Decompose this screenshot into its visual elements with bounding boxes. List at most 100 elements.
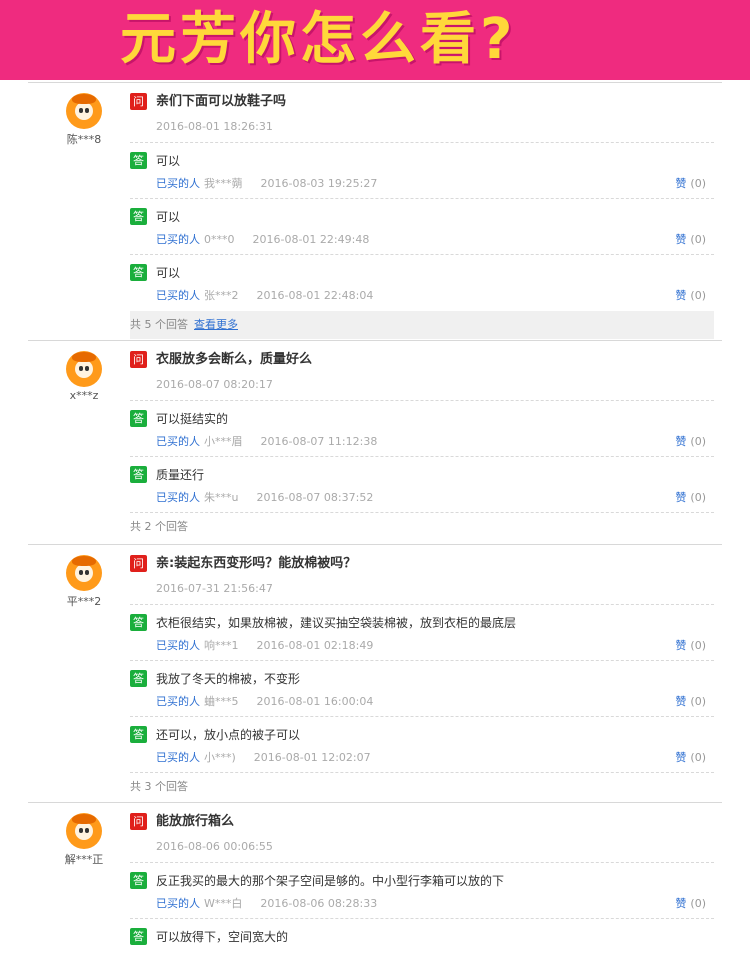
- answerer-name: 张***2: [204, 289, 239, 302]
- question-text[interactable]: 亲们下面可以放鞋子吗: [156, 93, 286, 111]
- like-button[interactable]: 赞 (0): [675, 751, 706, 765]
- like-count: (0): [690, 177, 706, 190]
- answer-text: 还可以，放小点的被子可以: [156, 728, 301, 742]
- buyer-label[interactable]: 已买的人: [156, 491, 200, 504]
- answer-text: 反正我买的最大的那个架子空间是够的。中小型行李箱可以放的下: [156, 874, 505, 888]
- qa-thread: 陈***8 问 亲们下面可以放鞋子吗 2016-08-01 18:26:31 答…: [28, 82, 722, 340]
- question: 问 衣服放多会断么，质量好么 2016-08-07 08:20:17: [130, 351, 714, 401]
- like-button[interactable]: 赞 (0): [675, 233, 706, 247]
- buyer-label[interactable]: 已买的人: [156, 177, 200, 190]
- buyer-label[interactable]: 已买的人: [156, 435, 200, 448]
- question-text[interactable]: 能放旅行箱么: [156, 813, 234, 831]
- question: 问 亲们下面可以放鞋子吗 2016-08-01 18:26:31: [130, 93, 714, 143]
- answer-date: 2016-08-01 22:48:04: [256, 289, 374, 302]
- answer-tag: 答: [130, 928, 147, 945]
- like-label[interactable]: 赞: [675, 289, 686, 302]
- question-tag: 问: [130, 813, 147, 830]
- question-text[interactable]: 亲:装起东西变形吗？能放棉被吗？: [156, 555, 356, 573]
- buyer-label[interactable]: 已买的人: [156, 897, 200, 910]
- answer-text: 可以挺结实的: [156, 412, 229, 426]
- asker: x***z: [62, 351, 106, 402]
- answer-tag: 答: [130, 726, 147, 743]
- answer-count: 共 2 个回答: [130, 520, 188, 533]
- like-count: (0): [690, 639, 706, 652]
- view-more-link[interactable]: 查看更多: [194, 318, 238, 331]
- answer-tag: 答: [130, 208, 147, 225]
- qa-thread: 平***2 问 亲:装起东西变形吗？能放棉被吗？ 2016-07-31 21:5…: [28, 544, 722, 802]
- like-count: (0): [690, 897, 706, 910]
- answer-date: 2016-08-03 19:25:27: [260, 177, 378, 190]
- avatar: [66, 93, 102, 129]
- like-button[interactable]: 赞 (0): [675, 177, 706, 191]
- answer-count: 共 3 个回答: [130, 780, 188, 793]
- asker-name: x***z: [69, 389, 99, 402]
- answerer-name: 我***蒴: [204, 177, 243, 190]
- answer-item: 答可以 已买的人 我***蒴 2016-08-03 19:25:27 赞 (0): [130, 143, 714, 199]
- like-button[interactable]: 赞 (0): [675, 695, 706, 709]
- asker-name: 平***2: [66, 595, 102, 608]
- answer-tag: 答: [130, 152, 147, 169]
- like-label[interactable]: 赞: [675, 233, 686, 246]
- answer-tag: 答: [130, 670, 147, 687]
- question-date: 2016-08-06 00:06:55: [156, 840, 273, 853]
- answerer-name: 小***): [204, 751, 236, 764]
- answer-text: 可以: [156, 210, 181, 224]
- like-count: (0): [690, 695, 706, 708]
- buyer-label[interactable]: 已买的人: [156, 751, 200, 764]
- avatar: [66, 555, 102, 591]
- qa-thread: x***z 问 衣服放多会断么，质量好么 2016-08-07 08:20:17…: [28, 340, 722, 544]
- like-count: (0): [690, 751, 706, 764]
- answer-text: 衣柜很结实，如果放棉被，建议买抽空袋装棉被，放到衣柜的最底层: [156, 616, 517, 630]
- buyer-label[interactable]: 已买的人: [156, 289, 200, 302]
- buyer-label[interactable]: 已买的人: [156, 695, 200, 708]
- like-button[interactable]: 赞 (0): [675, 639, 706, 653]
- answer-item: 答衣柜很结实，如果放棉被，建议买抽空袋装棉被，放到衣柜的最底层 已买的人 响***…: [130, 605, 714, 661]
- answer-count: 共 5 个回答: [130, 318, 188, 331]
- like-label[interactable]: 赞: [675, 751, 686, 764]
- asker: 陈***8: [62, 93, 106, 147]
- answer-total: 共 5 个回答 查看更多: [130, 311, 714, 339]
- answer-date: 2016-08-01 16:00:04: [256, 695, 374, 708]
- asker: 解***正: [62, 813, 106, 867]
- answer-date: 2016-08-06 08:28:33: [260, 897, 378, 910]
- like-count: (0): [690, 289, 706, 302]
- qa-thread: 解***正 问 能放旅行箱么 2016-08-06 00:06:55 答 反正我买…: [28, 802, 722, 953]
- like-count: (0): [690, 491, 706, 504]
- answer-item: 答可以 已买的人 0***0 2016-08-01 22:49:48 赞 (0): [130, 199, 714, 255]
- question-text[interactable]: 衣服放多会断么，质量好么: [156, 351, 312, 369]
- answer-date: 2016-08-07 08:37:52: [256, 491, 374, 504]
- like-button[interactable]: 赞 (0): [675, 897, 706, 911]
- question-tag: 问: [130, 555, 147, 572]
- like-label[interactable]: 赞: [675, 695, 686, 708]
- answer-date: 2016-08-01 12:02:07: [253, 751, 371, 764]
- like-label[interactable]: 赞: [675, 491, 686, 504]
- answer-text: 我放了冬天的棉被，不变形: [156, 672, 301, 686]
- banner-title: 元芳你怎么看?: [120, 7, 517, 72]
- like-button[interactable]: 赞 (0): [675, 289, 706, 303]
- answer-total: 共 3 个回答: [130, 773, 714, 801]
- answer-item: 答我放了冬天的棉被，不变形 已买的人 蛐***5 2016-08-01 16:00:…: [130, 661, 714, 717]
- like-label[interactable]: 赞: [675, 177, 686, 190]
- answer-tag: 答: [130, 410, 147, 427]
- question: 问 亲:装起东西变形吗？能放棉被吗？ 2016-07-31 21:56:47: [130, 555, 714, 605]
- like-button[interactable]: 赞 (0): [675, 491, 706, 505]
- answer-date: 2016-08-01 02:18:49: [256, 639, 374, 652]
- answer-item: 答可以 已买的人 张***2 2016-08-01 22:48:04 赞 (0): [130, 255, 714, 311]
- question-tag: 问: [130, 93, 147, 110]
- answer-tag: 答: [130, 614, 147, 631]
- answerer-name: 朱***u: [204, 491, 239, 504]
- avatar: [66, 351, 102, 387]
- like-label[interactable]: 赞: [675, 897, 686, 910]
- answer-text: 可以: [156, 154, 181, 168]
- question: 问 能放旅行箱么 2016-08-06 00:06:55: [130, 813, 714, 863]
- question-date: 2016-08-01 18:26:31: [156, 120, 273, 133]
- answer-item: 答可以挺结实的 已买的人 小***眉 2016-08-07 11:12:38 赞 (0…: [130, 401, 714, 457]
- answer-date: 2016-08-01 22:49:48: [252, 233, 370, 246]
- like-label[interactable]: 赞: [675, 639, 686, 652]
- question-tag: 问: [130, 351, 147, 368]
- buyer-label[interactable]: 已买的人: [156, 233, 200, 246]
- answer-item: 答可以放得下，空间宽大的: [130, 919, 714, 949]
- like-label[interactable]: 赞: [675, 435, 686, 448]
- buyer-label[interactable]: 已买的人: [156, 639, 200, 652]
- like-button[interactable]: 赞 (0): [675, 435, 706, 449]
